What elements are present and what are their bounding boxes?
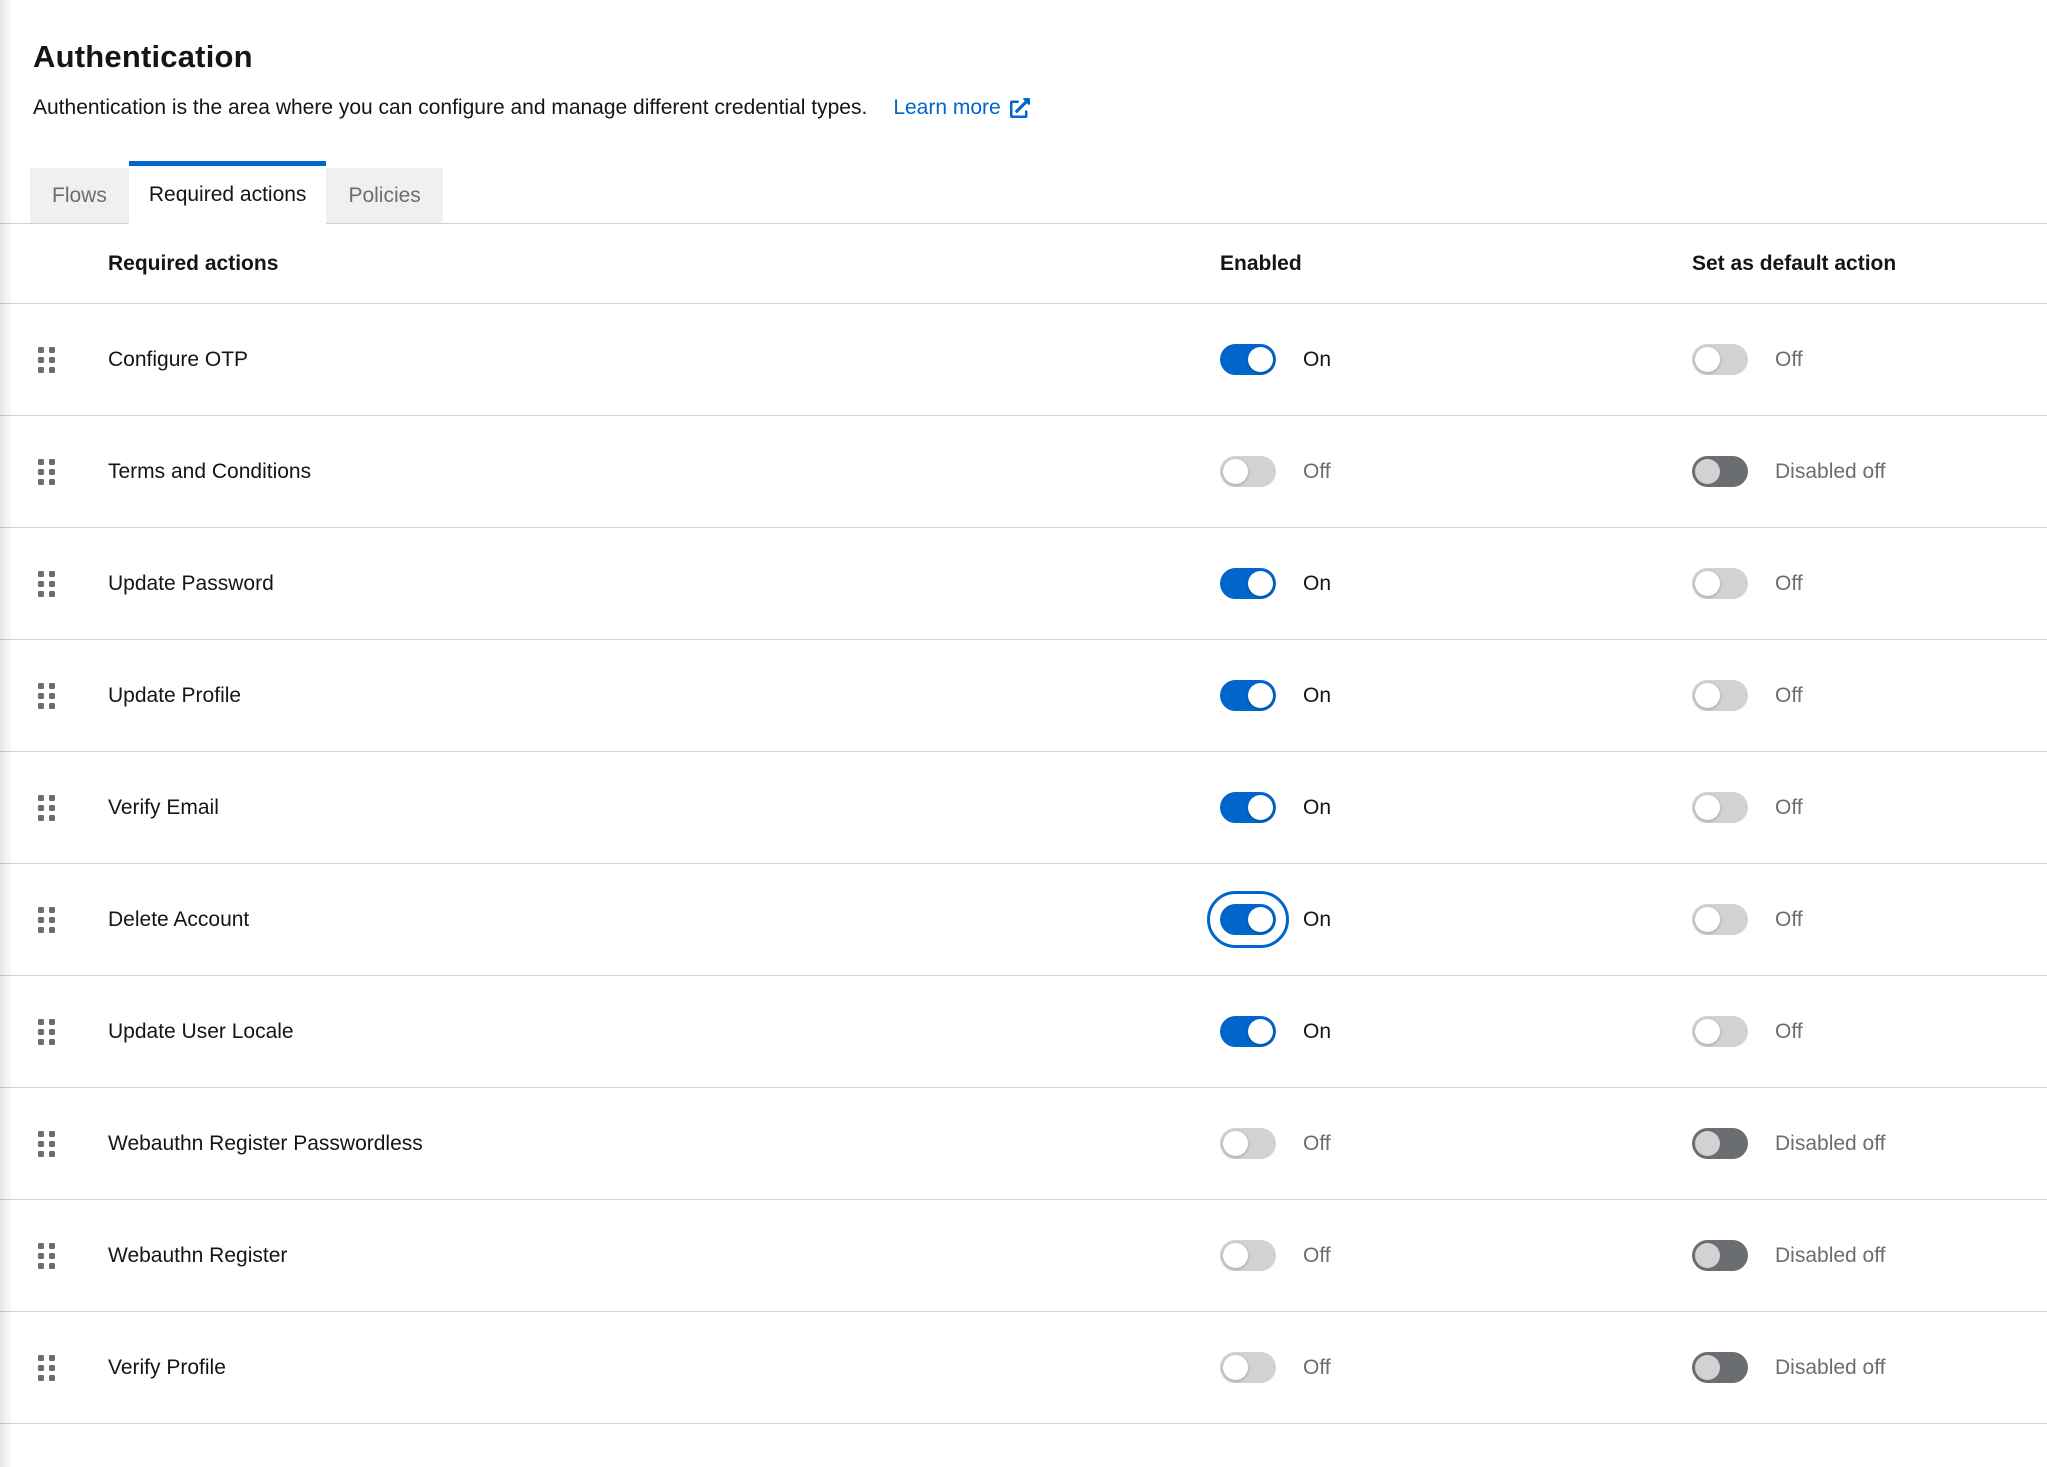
drag-handle-icon[interactable] xyxy=(38,571,55,597)
enabled-toggle-label: Off xyxy=(1303,460,1331,484)
default-action-toggle[interactable] xyxy=(1692,568,1748,599)
table-row: Configure OTP On Off xyxy=(0,304,2047,416)
table-row: Verify Profile Off Disabled off xyxy=(0,1312,2047,1424)
drag-handle-icon[interactable] xyxy=(38,795,55,821)
enabled-toggle-label: On xyxy=(1303,684,1331,708)
enabled-toggle[interactable] xyxy=(1220,904,1276,935)
required-action-name: Terms and Conditions xyxy=(108,460,311,484)
default-action-toggle[interactable] xyxy=(1692,1128,1748,1159)
enabled-toggle[interactable] xyxy=(1220,792,1276,823)
default-action-toggle[interactable] xyxy=(1692,792,1748,823)
table-row: Terms and Conditions Off Disabled off xyxy=(0,416,2047,528)
enabled-toggle[interactable] xyxy=(1220,568,1276,599)
default-action-toggle[interactable] xyxy=(1692,904,1748,935)
page-title: Authentication xyxy=(33,36,2007,78)
authentication-page: Authentication Authentication is the are… xyxy=(0,0,2047,1467)
required-action-name: Webauthn Register xyxy=(108,1244,287,1268)
drag-handle-icon[interactable] xyxy=(38,347,55,373)
drag-handle-icon[interactable] xyxy=(38,459,55,485)
drag-handle-icon[interactable] xyxy=(38,907,55,933)
table-row: Verify Email On Off xyxy=(0,752,2047,864)
column-header-set-as-default-action: Set as default action xyxy=(1692,252,2047,276)
default-action-toggle[interactable] xyxy=(1692,456,1748,487)
default-action-toggle-label: Off xyxy=(1775,1020,1803,1044)
required-action-name: Update Password xyxy=(108,572,274,596)
default-action-toggle-label: Off xyxy=(1775,684,1803,708)
enabled-toggle[interactable] xyxy=(1220,456,1276,487)
page-description: Authentication is the area where you can… xyxy=(33,96,867,120)
default-action-toggle-label: Off xyxy=(1775,796,1803,820)
required-action-name: Configure OTP xyxy=(108,348,248,372)
table-body: Configure OTP On Off Terms and Condition… xyxy=(0,304,2047,1424)
table-row: Update User Locale On Off xyxy=(0,976,2047,1088)
enabled-toggle-label: Off xyxy=(1303,1132,1331,1156)
enabled-toggle-label: On xyxy=(1303,1020,1331,1044)
drag-handle-icon[interactable] xyxy=(38,1131,55,1157)
enabled-toggle[interactable] xyxy=(1220,1128,1276,1159)
default-action-toggle-label: Off xyxy=(1775,908,1803,932)
default-action-toggle-label: Disabled off xyxy=(1775,1244,1886,1268)
drag-handle-icon[interactable] xyxy=(38,1243,55,1269)
enabled-toggle-label: On xyxy=(1303,796,1331,820)
table-row: Update Password On Off xyxy=(0,528,2047,640)
required-action-name: Verify Profile xyxy=(108,1356,226,1380)
column-header-enabled: Enabled xyxy=(1220,252,1692,276)
default-action-toggle-label: Disabled off xyxy=(1775,1132,1886,1156)
default-action-toggle[interactable] xyxy=(1692,1016,1748,1047)
tab-flows[interactable]: Flows xyxy=(30,168,129,223)
default-action-toggle-label: Disabled off xyxy=(1775,460,1886,484)
table-row: Webauthn Register Off Disabled off xyxy=(0,1200,2047,1312)
default-action-toggle-label: Off xyxy=(1775,572,1803,596)
page-header: Authentication Authentication is the are… xyxy=(0,0,2047,122)
drag-handle-icon[interactable] xyxy=(38,1019,55,1045)
enabled-toggle[interactable] xyxy=(1220,1240,1276,1271)
required-action-name: Webauthn Register Passwordless xyxy=(108,1132,423,1156)
column-header-required-actions: Required actions xyxy=(0,252,1220,276)
default-action-toggle[interactable] xyxy=(1692,1240,1748,1271)
default-action-toggle-label: Disabled off xyxy=(1775,1356,1886,1380)
required-action-name: Delete Account xyxy=(108,908,249,932)
required-action-name: Update User Locale xyxy=(108,1020,294,1044)
enabled-toggle-label: Off xyxy=(1303,1244,1331,1268)
enabled-toggle-label: On xyxy=(1303,572,1331,596)
required-action-name: Update Profile xyxy=(108,684,241,708)
required-action-name: Verify Email xyxy=(108,796,219,820)
default-action-toggle[interactable] xyxy=(1692,344,1748,375)
table-header-row: Required actions Enabled Set as default … xyxy=(0,224,2047,304)
external-link-icon xyxy=(1010,98,1030,118)
enabled-toggle-label: On xyxy=(1303,908,1331,932)
enabled-toggle-label: On xyxy=(1303,348,1331,372)
drag-handle-icon[interactable] xyxy=(38,683,55,709)
enabled-toggle[interactable] xyxy=(1220,1352,1276,1383)
default-action-toggle[interactable] xyxy=(1692,1352,1748,1383)
default-action-toggle[interactable] xyxy=(1692,680,1748,711)
table-row: Webauthn Register Passwordless Off Disab… xyxy=(0,1088,2047,1200)
learn-more-link[interactable]: Learn more xyxy=(893,96,1029,120)
enabled-toggle[interactable] xyxy=(1220,1016,1276,1047)
enabled-toggle-label: Off xyxy=(1303,1356,1331,1380)
table-row: Delete Account On Off xyxy=(0,864,2047,976)
learn-more-label: Learn more xyxy=(893,96,1000,120)
required-actions-table: Required actions Enabled Set as default … xyxy=(0,224,2047,1424)
tab-required-actions[interactable]: Required actions xyxy=(129,161,327,224)
enabled-toggle[interactable] xyxy=(1220,680,1276,711)
default-action-toggle-label: Off xyxy=(1775,348,1803,372)
drag-handle-icon[interactable] xyxy=(38,1355,55,1381)
enabled-toggle[interactable] xyxy=(1220,344,1276,375)
tabs-bar: Flows Required actions Policies xyxy=(0,165,2047,224)
table-row: Update Profile On Off xyxy=(0,640,2047,752)
tab-policies[interactable]: Policies xyxy=(326,168,442,223)
